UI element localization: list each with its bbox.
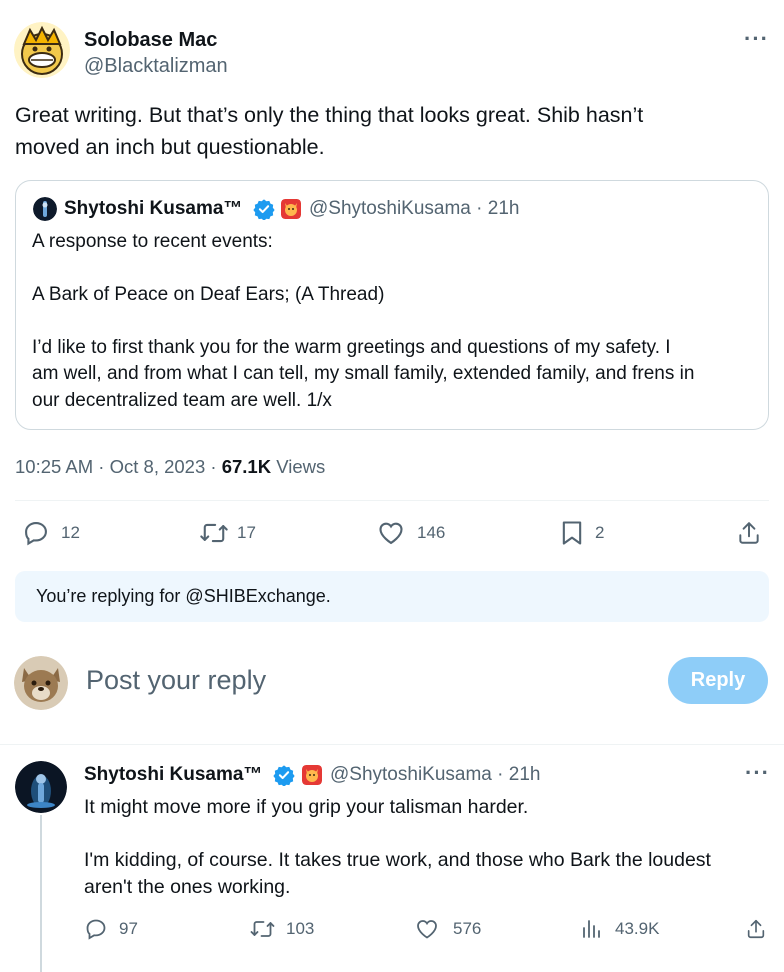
reply-text-line-1: It might move more if you grip your tali… (84, 796, 529, 818)
more-icon[interactable]: ··· (744, 26, 769, 52)
retweet-icon (200, 523, 228, 543)
divider (0, 744, 784, 745)
reply-views-action[interactable]: 43.9K (581, 917, 659, 941)
thread-line (40, 815, 42, 972)
reply-icon (25, 522, 47, 546)
retweet-action[interactable]: 17 (199, 519, 256, 547)
reply-icon (86, 919, 106, 940)
shib-badge-icon (302, 765, 322, 790)
share-icon (739, 522, 759, 544)
reply-input[interactable]: Post your reply (86, 665, 266, 696)
views-icon (583, 920, 600, 938)
reply-reply-action[interactable]: 97 (84, 917, 138, 941)
tweet-text-line-1: Great writing. But that’s only the thing… (15, 103, 644, 127)
shib-badge-icon (281, 199, 301, 224)
verified-badge-icon (253, 198, 275, 225)
heart-icon (417, 920, 437, 939)
like-count: 576 (453, 919, 482, 938)
bookmark-icon (562, 521, 582, 545)
verified-badge-icon (273, 764, 295, 791)
quote-text-line-4: am well, and from what I can tell, my sm… (32, 363, 695, 384)
author-handle[interactable]: @Blacktalizman (84, 55, 228, 78)
reply-action[interactable]: 12 (22, 519, 80, 547)
author-avatar[interactable] (14, 22, 70, 78)
retweet-icon (250, 921, 275, 937)
reply-text-line-3: aren't the ones working. (84, 876, 291, 898)
reply-button[interactable]: Reply (668, 657, 768, 704)
reply-like-action[interactable]: 576 (415, 917, 481, 941)
views-count: 67.1K (221, 456, 272, 477)
views-count: 43.9K (615, 919, 660, 938)
author-name[interactable]: Solobase Mac (84, 29, 217, 52)
views-label: Views (271, 456, 326, 477)
reply-count: 97 (119, 919, 138, 938)
like-action[interactable]: 146 (377, 519, 445, 547)
retweet-count: 103 (286, 919, 315, 938)
tweet-meta: 10:25 AM · Oct 8, 2023 · 67.1K Views (15, 456, 325, 478)
quote-author-avatar[interactable] (33, 197, 57, 221)
retweet-count: 17 (237, 523, 256, 542)
reply-text-line-2: I'm kidding, of course. It takes true wo… (84, 849, 711, 871)
quote-text-line-1: A response to recent events: (32, 231, 273, 252)
reply-author-handle[interactable]: @ShytoshiKusama · 21h (330, 764, 540, 786)
current-user-avatar[interactable] (14, 656, 68, 710)
share-icon (747, 919, 765, 939)
reply-author-avatar[interactable] (15, 761, 67, 813)
quote-text-line-3: I’d like to first thank you for the warm… (32, 337, 671, 358)
reply-count: 12 (61, 523, 80, 542)
quote-author-handle[interactable]: @ShytoshiKusama · 21h (309, 198, 519, 220)
reply-more-icon[interactable]: ··· (745, 760, 770, 786)
heart-icon (379, 522, 403, 545)
bookmark-action[interactable]: 2 (559, 519, 604, 547)
reply-author-name[interactable]: Shytoshi Kusama™ (84, 764, 262, 786)
quote-text-line-2: A Bark of Peace on Deaf Ears; (A Thread) (32, 284, 385, 305)
replying-notice: You’re replying for @SHIBExchange. (15, 571, 769, 622)
quote-text-line-5: our decentralized team are well. 1/x (32, 390, 332, 411)
reply-retweet-action[interactable]: 103 (249, 917, 314, 941)
divider (15, 500, 769, 501)
like-count: 146 (417, 523, 446, 542)
quote-author-name[interactable]: Shytoshi Kusama™ (64, 198, 242, 220)
reply-share-action[interactable] (745, 917, 767, 941)
tweet-text-line-2: moved an inch but questionable. (15, 135, 325, 159)
share-action[interactable] (736, 519, 762, 547)
tweet-timestamp[interactable]: 10:25 AM · Oct 8, 2023 · (15, 456, 222, 477)
bookmark-count: 2 (595, 523, 605, 542)
